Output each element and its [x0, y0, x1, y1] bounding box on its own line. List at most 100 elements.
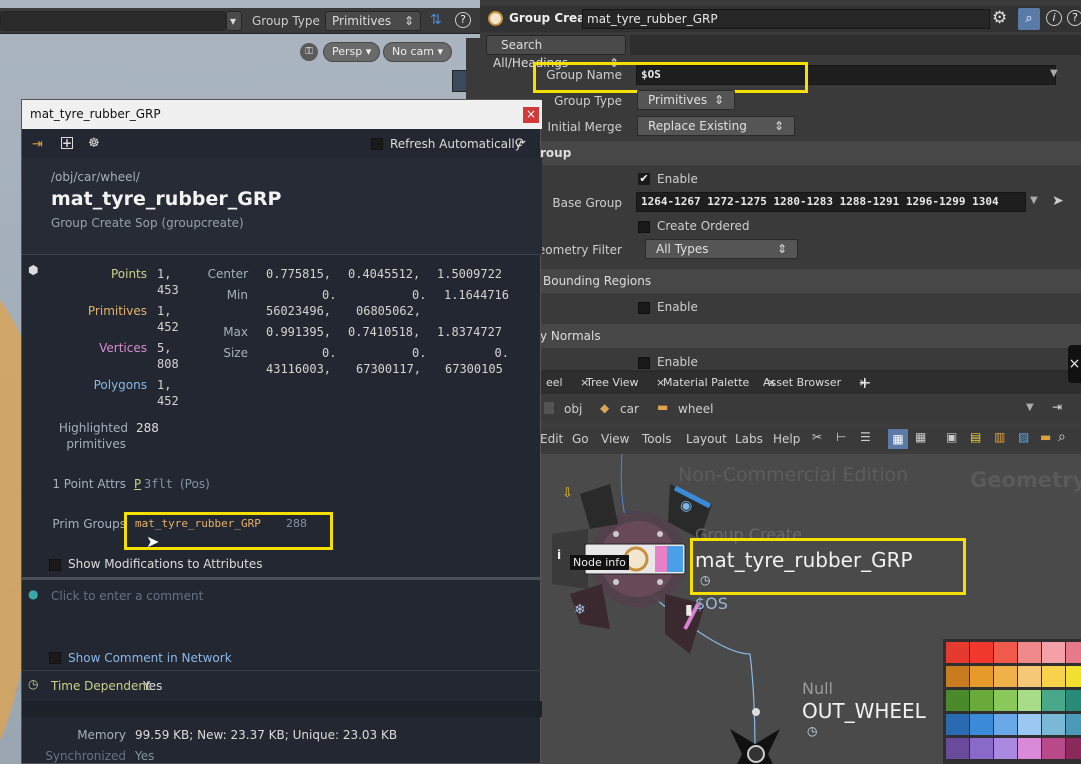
tile-icon[interactable]: ▦ [915, 430, 926, 444]
enable-base-group-checkbox[interactable]: ✔ [638, 173, 650, 185]
pane-collapse-icon[interactable]: × [1068, 345, 1081, 383]
show-comment-checkbox[interactable] [49, 652, 61, 664]
initial-merge-menu[interactable]: Replace Existing ⇕ [637, 116, 795, 136]
comment-input[interactable]: Click to enter a comment [51, 589, 203, 603]
enable-normals-checkbox[interactable] [638, 357, 650, 369]
color-swatch[interactable] [1018, 738, 1041, 759]
group-type-menu[interactable]: Primitives ⇕ [637, 90, 735, 110]
color-swatch[interactable] [1066, 690, 1081, 711]
group-type-dropdown[interactable]: Primitives ⇕ [325, 11, 421, 31]
enable-bounding-checkbox[interactable] [638, 302, 650, 314]
color-swatch[interactable] [946, 690, 969, 711]
chevron-down-icon[interactable]: ▼ [1030, 195, 1038, 206]
path-car[interactable]: car [620, 402, 639, 416]
color-swatch[interactable] [1018, 666, 1041, 687]
help-icon[interactable]: ? [455, 12, 471, 28]
geometry-filter-menu[interactable]: All Types ⇕ [645, 239, 798, 259]
list-icon[interactable]: ☰ [860, 430, 871, 444]
add-tab-icon[interactable]: + [858, 373, 871, 392]
color-swatch[interactable] [1066, 642, 1081, 663]
search-headings-dropdown[interactable]: Search All/Headings ⇕ [486, 35, 626, 70]
menu-help[interactable]: Help [773, 432, 800, 446]
display-flag-icon[interactable]: ◉ [680, 498, 692, 514]
color-swatch[interactable] [970, 642, 993, 663]
color-swatch[interactable] [970, 714, 993, 735]
pin-icon[interactable]: ⇥ [32, 137, 43, 152]
color-swatch[interactable] [1042, 714, 1065, 735]
lock-camera-icon[interactable]: ⚿ [300, 43, 318, 61]
section-normals[interactable]: y Normals [540, 324, 1081, 348]
color-swatch[interactable] [1018, 690, 1041, 711]
color-swatch[interactable] [994, 738, 1017, 759]
show-mods-checkbox[interactable] [49, 559, 61, 571]
menu-tools[interactable]: Tools [642, 432, 672, 446]
display-icon[interactable]: ▣ [946, 430, 957, 444]
persp-menu[interactable]: Persp ▾ [323, 42, 381, 62]
network-canvas[interactable]: Non-Commercial Edition Geometry ⇩ ◉ i ❄ … [540, 454, 1081, 764]
base-group-field[interactable]: 1264-1267 1272-1275 1280-1283 1288-1291 … [636, 192, 1026, 212]
bug-icon[interactable]: ☸ [88, 136, 100, 151]
refresh-icon[interactable]: ⟳ [515, 136, 526, 151]
bypass-arrow-icon[interactable]: ⇩ [562, 486, 573, 501]
color-swatch[interactable] [1042, 690, 1065, 711]
node-info-icon[interactable]: i [557, 548, 561, 562]
color-swatch[interactable] [994, 714, 1017, 735]
refresh-auto-checkbox[interactable] [371, 138, 383, 150]
wrench-icon[interactable]: ✂ [812, 430, 822, 444]
path-obj[interactable]: obj [564, 402, 582, 416]
close-icon[interactable]: × [523, 107, 539, 123]
menu-labs[interactable]: Labs [735, 432, 763, 446]
pin-icon[interactable]: ⇥ [1052, 400, 1062, 414]
color-swatch[interactable] [970, 690, 993, 711]
color-swatch[interactable] [946, 642, 969, 663]
color-swatch[interactable] [1066, 714, 1081, 735]
color-swatch[interactable] [994, 642, 1017, 663]
color-swatch[interactable] [1042, 738, 1065, 759]
search-icon[interactable]: ⌕ [1058, 429, 1066, 445]
note-icon[interactable]: ▤ [970, 430, 981, 444]
section-base-group[interactable]: roup [540, 141, 1081, 165]
color-swatch[interactable] [1042, 642, 1065, 663]
camera-menu[interactable]: No cam ▾ [383, 42, 452, 62]
gear-icon[interactable]: ⚙ [992, 8, 1007, 28]
viewport-path-dropdown[interactable]: ▾ [226, 11, 242, 31]
node-name-field[interactable]: mat_tyre_rubber_GRP [582, 9, 990, 29]
sticky-icon[interactable]: ▥ [994, 430, 1005, 444]
color-swatch[interactable] [946, 666, 969, 687]
color-swatch[interactable] [1066, 666, 1081, 687]
chevron-down-icon[interactable]: ▼ [1050, 68, 1058, 79]
menu-go[interactable]: Go [572, 432, 589, 446]
viewport-path-field[interactable] [0, 11, 226, 31]
freeze-icon[interactable]: ❄ [574, 602, 586, 618]
help-icon[interactable]: ? [1067, 10, 1081, 26]
add-icon[interactable]: + [61, 137, 73, 149]
box-icon[interactable]: ▬ [1040, 430, 1051, 444]
color-swatch[interactable] [946, 714, 969, 735]
chevron-down-icon[interactable]: ▼ [1026, 402, 1034, 413]
section-bounding-regions[interactable]: Bounding Regions [540, 269, 1081, 293]
select-arrow-icon[interactable]: ➤ [1052, 193, 1064, 209]
color-swatch[interactable] [1066, 738, 1081, 759]
null-name-label[interactable]: OUT_WHEEL [802, 699, 926, 723]
info-window-titlebar[interactable]: mat_tyre_rubber_GRP × [22, 100, 542, 129]
search-field[interactable] [630, 35, 1081, 55]
color-palette[interactable] [943, 639, 1081, 764]
color-swatch[interactable] [1018, 642, 1041, 663]
color-swatch[interactable] [1042, 666, 1065, 687]
menu-view[interactable]: View [601, 432, 629, 446]
info-icon[interactable]: i [1046, 10, 1062, 26]
search-icon[interactable]: ⌕ [1018, 8, 1040, 30]
template-flag-icon[interactable]: ▮ [685, 602, 693, 618]
menu-edit[interactable]: Edit [540, 432, 563, 446]
create-ordered-checkbox[interactable] [638, 221, 650, 233]
sort-icon[interactable]: ⇅ [430, 12, 442, 28]
color-swatch[interactable] [994, 690, 1017, 711]
image-icon[interactable]: ▨ [1018, 430, 1029, 444]
tab-asset-browser[interactable]: Asset Browser × [757, 372, 874, 394]
color-swatch[interactable] [946, 738, 969, 759]
point-attr-p[interactable]: P [134, 477, 141, 491]
color-swatch[interactable] [970, 738, 993, 759]
color-swatch[interactable] [970, 666, 993, 687]
color-swatch[interactable] [994, 666, 1017, 687]
path-wheel[interactable]: wheel [678, 402, 714, 416]
